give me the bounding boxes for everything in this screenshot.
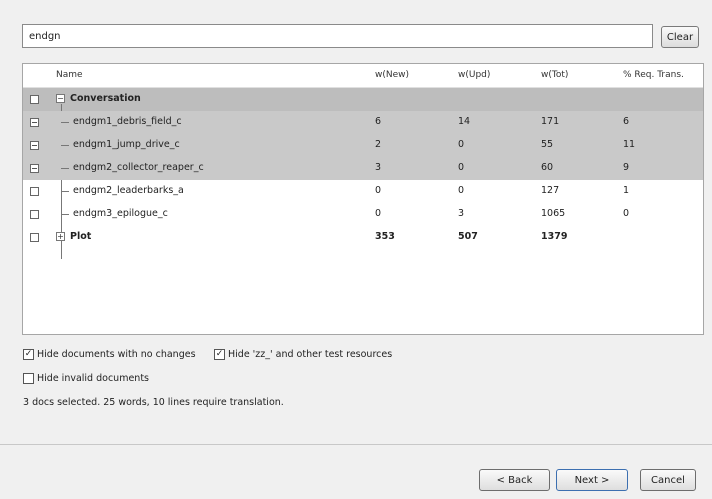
- row-upd: 3: [458, 208, 465, 219]
- clear-button[interactable]: Clear: [661, 26, 699, 48]
- row-checkbox[interactable]: [30, 118, 39, 127]
- row-new: 3: [375, 162, 382, 173]
- hide-test-resources-label: Hide 'zz_' and other test resources: [228, 349, 393, 360]
- group-label: Plot: [70, 231, 92, 242]
- row-tot: 55: [541, 139, 554, 150]
- row-req: 11: [623, 139, 636, 150]
- check-icon[interactable]: ✓: [214, 349, 225, 360]
- expand-icon[interactable]: +: [56, 232, 65, 241]
- row-checkbox[interactable]: [30, 141, 39, 150]
- row-req: 6: [623, 116, 630, 127]
- checkbox-empty[interactable]: [23, 373, 34, 384]
- row-name: endgm2_collector_reaper_c: [73, 162, 204, 173]
- group-upd: 507: [458, 231, 478, 242]
- row-name: endgm1_jump_drive_c: [73, 139, 180, 150]
- row-upd: 14: [458, 116, 471, 127]
- row-checkbox[interactable]: [30, 95, 39, 104]
- group-label: Conversation: [70, 93, 141, 104]
- table-row[interactable]: endgm2_leaderbarks_a 0 0 127 1: [23, 180, 703, 203]
- row-upd: 0: [458, 162, 465, 173]
- row-checkbox[interactable]: [30, 164, 39, 173]
- cancel-button[interactable]: Cancel: [640, 469, 696, 491]
- tree-branch: [61, 145, 69, 146]
- table-row[interactable]: endgm1_jump_drive_c 2 0 55 11: [23, 134, 703, 157]
- col-new-header[interactable]: w(New): [375, 70, 409, 80]
- hide-no-changes-option[interactable]: ✓ Hide documents with no changes: [23, 349, 196, 360]
- search-input[interactable]: [22, 24, 653, 48]
- row-new: 0: [375, 185, 382, 196]
- hide-invalid-label: Hide invalid documents: [37, 373, 149, 384]
- row-tot: 60: [541, 162, 554, 173]
- row-upd: 0: [458, 185, 465, 196]
- row-tot: 171: [541, 116, 560, 127]
- row-name: endgm2_leaderbarks_a: [73, 185, 184, 196]
- table-row[interactable]: endgm1_debris_field_c 6 14 171 6: [23, 111, 703, 134]
- group-new: 353: [375, 231, 395, 242]
- row-upd: 0: [458, 139, 465, 150]
- row-new: 0: [375, 208, 382, 219]
- hide-test-resources-option[interactable]: ✓ Hide 'zz_' and other test resources: [214, 349, 392, 360]
- group-row-conversation[interactable]: − Conversation: [23, 88, 703, 111]
- col-req-header[interactable]: % Req. Trans.: [623, 70, 684, 80]
- table-row[interactable]: endgm3_epilogue_c 0 3 1065 0: [23, 203, 703, 226]
- document-grid[interactable]: Name w(New) w(Upd) w(Tot) % Req. Trans. …: [22, 63, 704, 335]
- row-tot: 127: [541, 185, 560, 196]
- col-name-header[interactable]: Name: [56, 70, 83, 80]
- tree-branch: [61, 168, 69, 169]
- check-icon[interactable]: ✓: [23, 349, 34, 360]
- row-checkbox[interactable]: [30, 210, 39, 219]
- col-upd-header[interactable]: w(Upd): [458, 70, 490, 80]
- row-req: 9: [623, 162, 630, 173]
- row-req: 0: [623, 208, 630, 219]
- back-button[interactable]: < Back: [479, 469, 550, 491]
- row-req: 1: [623, 185, 630, 196]
- collapse-icon[interactable]: −: [56, 94, 65, 103]
- tree-branch: [61, 214, 69, 215]
- row-name: endgm3_epilogue_c: [73, 208, 168, 219]
- table-row[interactable]: endgm2_collector_reaper_c 3 0 60 9: [23, 157, 703, 180]
- grid-header: Name w(New) w(Upd) w(Tot) % Req. Trans.: [23, 64, 703, 88]
- row-tot: 1065: [541, 208, 566, 219]
- hide-invalid-option[interactable]: Hide invalid documents: [23, 373, 149, 384]
- row-new: 6: [375, 116, 382, 127]
- tree-branch: [61, 191, 69, 192]
- next-button[interactable]: Next >: [556, 469, 628, 491]
- tree-branch: [61, 122, 69, 123]
- group-tot: 1379: [541, 231, 568, 242]
- col-tot-header[interactable]: w(Tot): [541, 70, 568, 80]
- hide-no-changes-label: Hide documents with no changes: [37, 349, 196, 360]
- row-name: endgm1_debris_field_c: [73, 116, 182, 127]
- group-row-plot[interactable]: + Plot 353 507 1379: [23, 226, 703, 249]
- divider: [0, 444, 712, 445]
- row-checkbox[interactable]: [30, 187, 39, 196]
- row-checkbox[interactable]: [30, 233, 39, 242]
- status-text: 3 docs selected. 25 words, 10 lines requ…: [23, 397, 284, 408]
- row-new: 2: [375, 139, 382, 150]
